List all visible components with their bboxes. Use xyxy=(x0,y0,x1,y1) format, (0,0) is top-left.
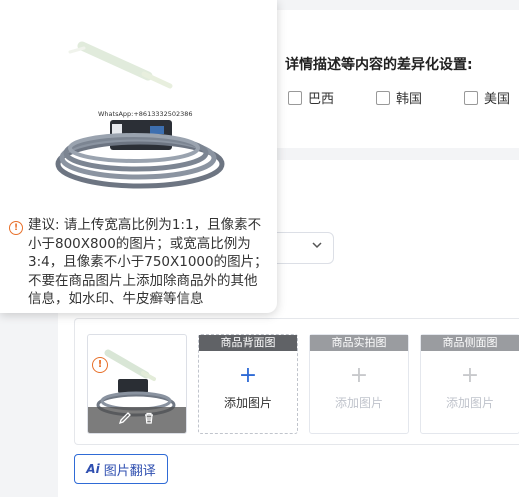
checkbox-usa[interactable]: 美国 xyxy=(464,88,510,107)
top-divider xyxy=(270,0,519,10)
slot-add-label[interactable]: 添加图片 xyxy=(310,394,408,411)
slot-real-shot-image[interactable]: 商品实拍图 + 添加图片 xyxy=(309,334,409,434)
watermark-text: WhatsApp:+8613332502386 xyxy=(98,110,193,118)
checkbox-box[interactable] xyxy=(288,90,302,105)
slot-add-label[interactable]: 添加图片 xyxy=(199,394,297,411)
checkbox-box[interactable] xyxy=(376,90,390,105)
checkbox-label: 韩国 xyxy=(396,92,423,107)
warning-icon: ! xyxy=(92,357,108,373)
edit-icon[interactable] xyxy=(118,411,132,429)
checkbox-korea[interactable]: 韩国 xyxy=(376,88,422,107)
warning-icon: ! xyxy=(9,221,23,235)
upload-advice-text: 建议: 请上传宽高比例为1:1，且像素不小于800X800的图片；或宽高比例为3… xyxy=(28,217,268,307)
plus-icon[interactable]: + xyxy=(421,363,519,388)
image-preview-popover: WhatsApp:+8613332502386 ! 建议: 请上传宽高比例为1:… xyxy=(0,0,277,313)
translate-label: 图片翻译 xyxy=(103,463,156,479)
slot-header: 商品实拍图 xyxy=(310,335,408,351)
checkbox-box[interactable] xyxy=(464,90,478,105)
delete-icon[interactable] xyxy=(142,411,156,429)
thumbnail-action-bar xyxy=(88,407,186,433)
image-translate-button[interactable]: Ai 图片翻译 xyxy=(74,454,168,484)
slot-add-label[interactable]: 添加图片 xyxy=(421,394,519,411)
slot-header: 商品侧面图 xyxy=(421,335,519,351)
plus-icon[interactable]: + xyxy=(310,363,408,388)
product-preview-image: WhatsApp:+8613332502386 xyxy=(55,41,225,189)
plus-icon[interactable]: + xyxy=(199,363,297,388)
checkbox-brazil[interactable]: 巴西 xyxy=(288,88,334,107)
slot-side-image[interactable]: 商品侧面图 + 添加图片 xyxy=(420,334,519,434)
chevron-down-icon xyxy=(311,239,323,254)
checkbox-label: 巴西 xyxy=(308,92,335,107)
slot-back-image[interactable]: 商品背面图 + 添加图片 xyxy=(198,334,298,434)
main-image-thumbnail[interactable]: ! xyxy=(87,334,187,434)
ai-translate-icon: Ai xyxy=(86,462,100,476)
slot-header: 商品背面图 xyxy=(199,335,297,351)
checkbox-label: 美国 xyxy=(484,92,511,107)
differentiation-title: 详情描述等内容的差异化设置: xyxy=(285,57,473,73)
